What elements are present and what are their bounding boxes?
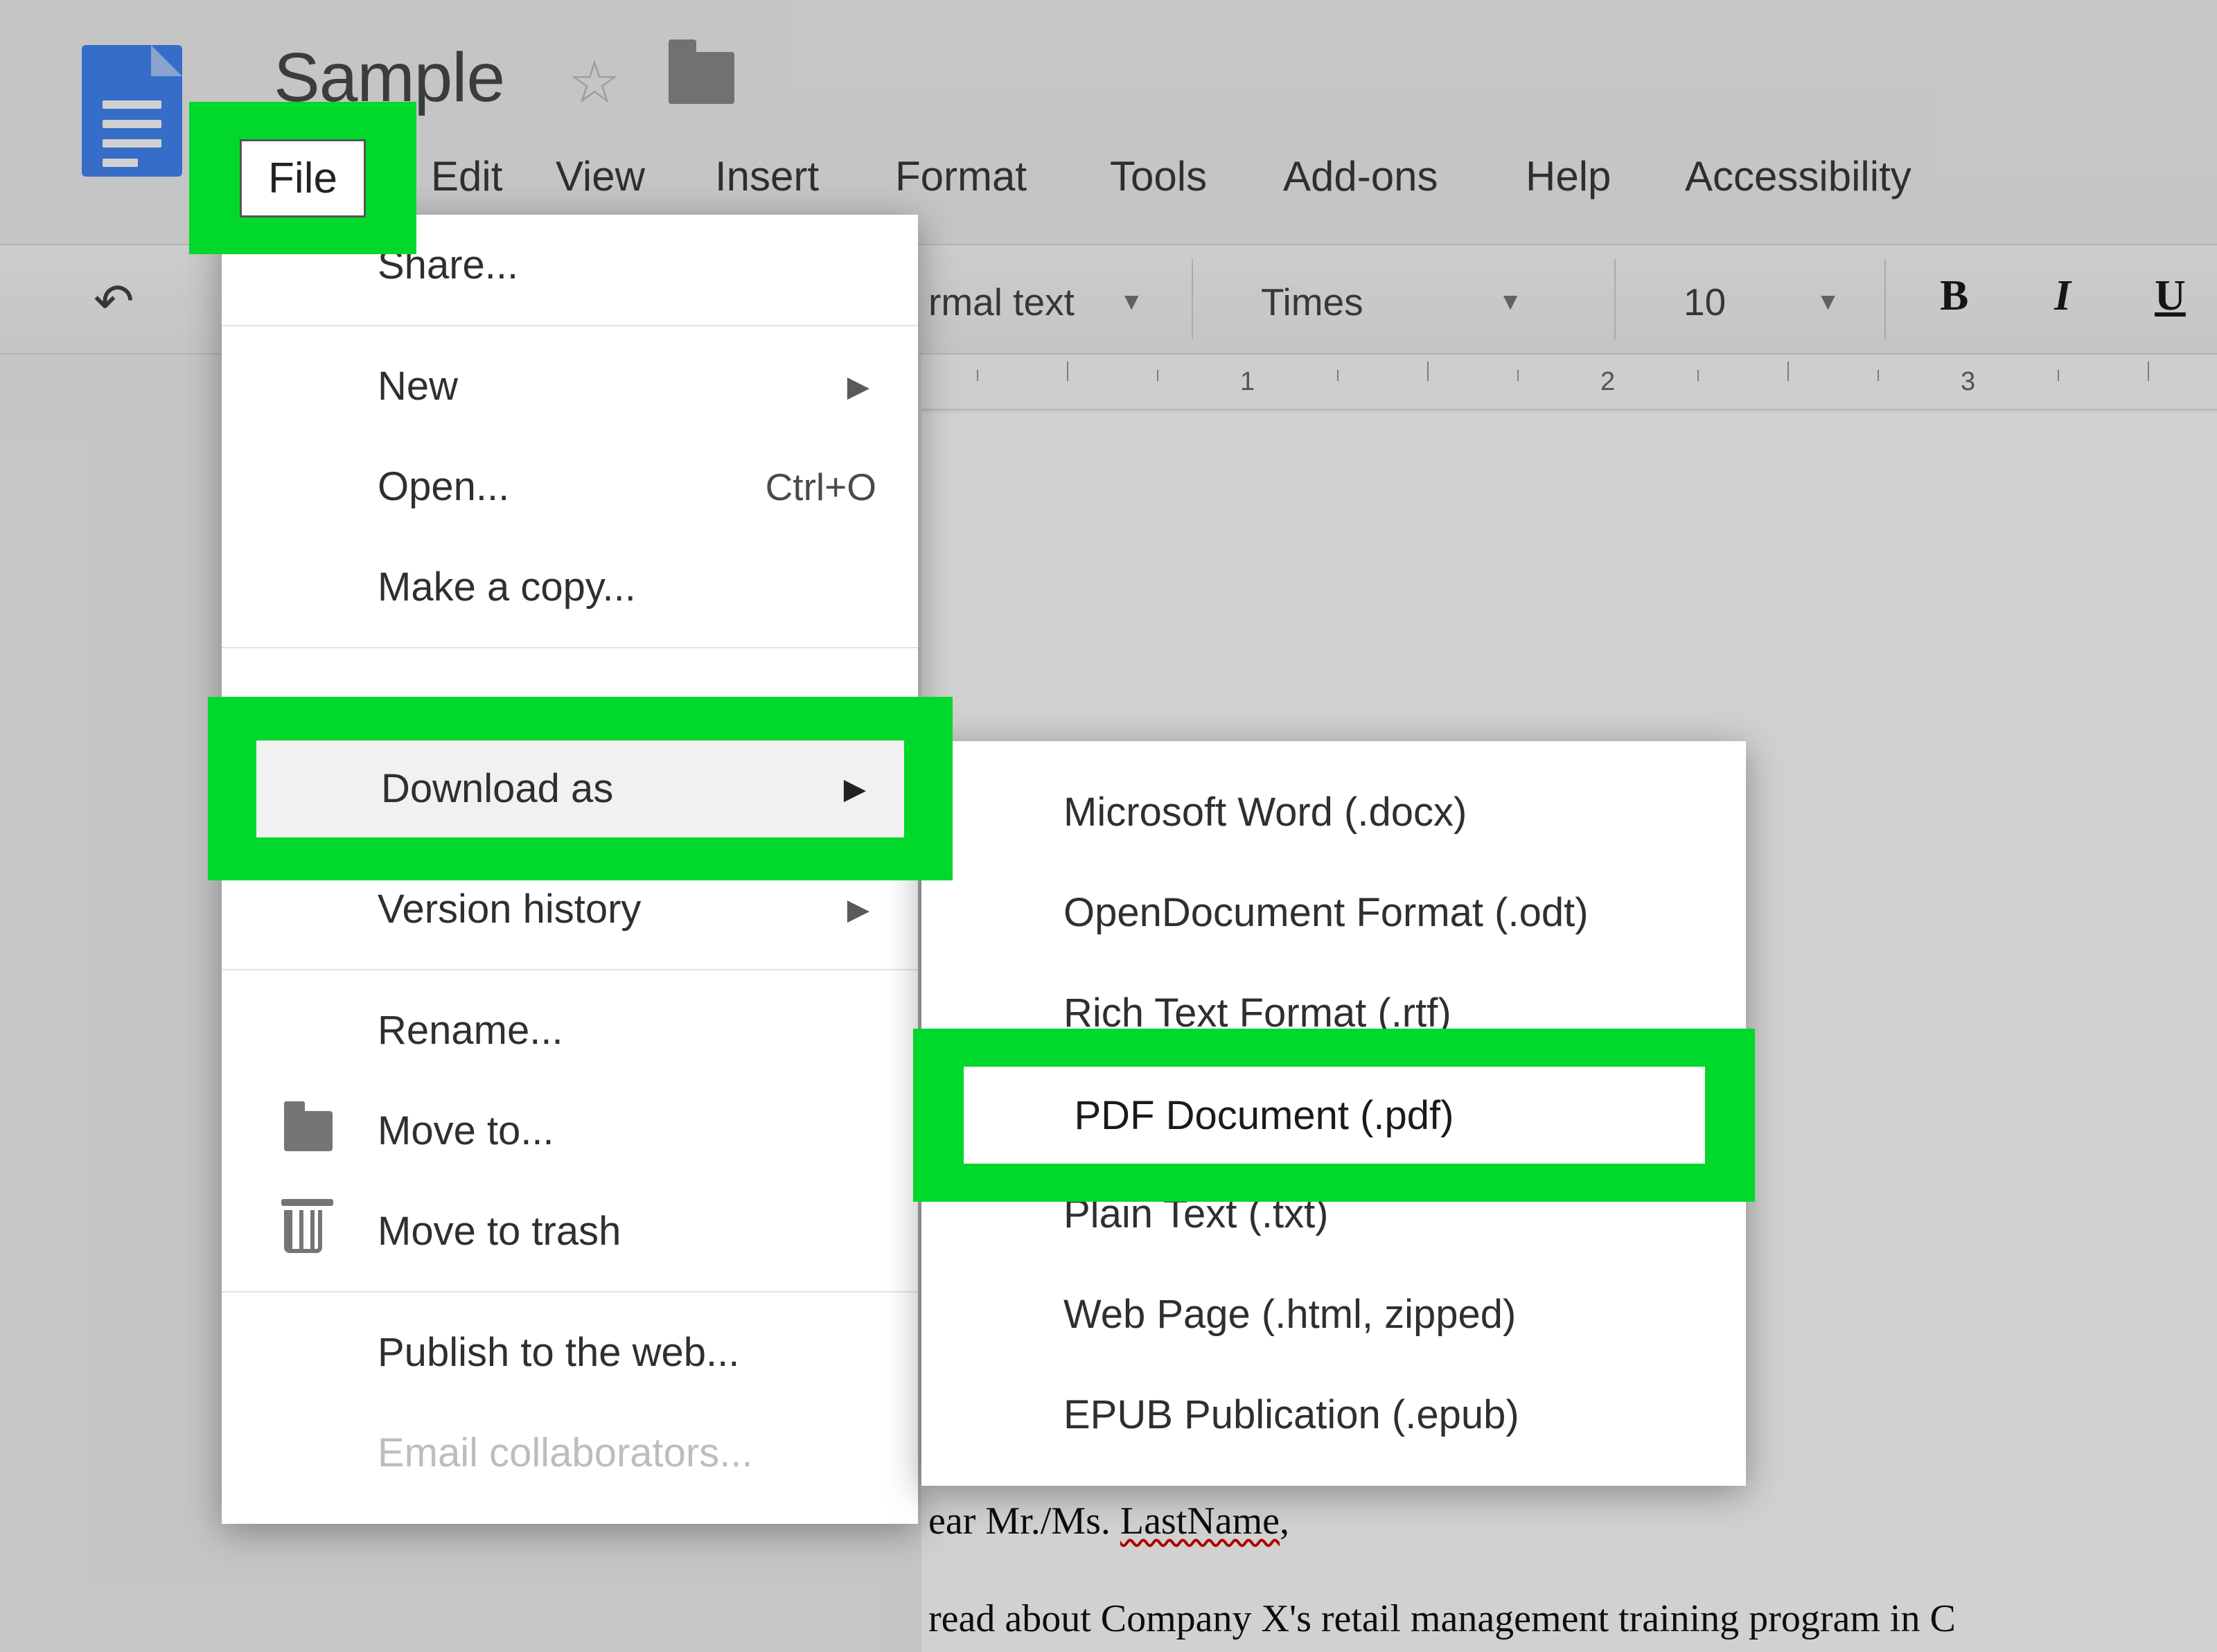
menu-accessibility[interactable]: Accessibility [1677, 145, 1920, 207]
menu-label: PDF Document (.pdf) [1075, 1092, 1454, 1139]
star-icon[interactable]: ☆ [568, 48, 621, 117]
menu-label: Move to... [378, 1108, 554, 1154]
menu-label: Version history [378, 886, 641, 932]
file-menu-move-to[interactable]: Move to... [222, 1081, 918, 1181]
undo-icon[interactable]: ↶ [94, 273, 134, 330]
ruler-number: 3 [1961, 367, 1975, 397]
menu-tools[interactable]: Tools [1102, 145, 1215, 207]
doc-text: ear Mr./Ms. [928, 1500, 1120, 1543]
menu-label: EPUB Publication (.epub) [1063, 1392, 1519, 1438]
menu-addons[interactable]: Add-ons [1275, 145, 1446, 207]
toolbar-separator [1192, 259, 1193, 339]
menu-separator [222, 325, 918, 326]
folder-icon [284, 1111, 333, 1151]
file-menu-make-copy[interactable]: Make a copy... [222, 537, 918, 637]
chevron-down-icon: ▼ [1816, 288, 1840, 316]
ruler-number: 2 [1600, 367, 1615, 397]
file-menu-email-collaborators: Email collaborators... [222, 1403, 918, 1503]
font-family-value: Times [1261, 280, 1363, 324]
highlight-file-menu: File [189, 102, 416, 254]
menu-separator [222, 1291, 918, 1293]
menu-label: Rename... [378, 1007, 563, 1054]
submenu-arrow-icon: ▶ [847, 892, 869, 926]
paragraph-style-dropdown[interactable]: rmal text ▼ [915, 273, 1158, 331]
file-menu-move-to-trash[interactable]: Move to trash [222, 1181, 918, 1281]
underline-button[interactable]: U [2155, 272, 2186, 321]
menu-label: Make a copy... [378, 564, 636, 610]
menu-label: Email collaborators... [378, 1430, 753, 1476]
chevron-down-icon: ▼ [1499, 288, 1523, 316]
menu-separator [222, 969, 918, 970]
font-size-dropdown[interactable]: 10 ▼ [1670, 273, 1854, 331]
menu-label: OpenDocument Format (.odt) [1063, 889, 1589, 936]
file-menu-open[interactable]: Open... Ctrl+O [222, 436, 918, 537]
submenu-arrow-icon: ▶ [847, 369, 869, 403]
menu-insert[interactable]: Insert [707, 145, 827, 207]
download-epub[interactable]: EPUB Publication (.epub) [921, 1365, 1746, 1465]
ruler-number: 1 [1240, 367, 1255, 397]
chevron-down-icon: ▼ [1120, 288, 1144, 316]
menu-separator [222, 647, 918, 648]
file-menu-download-as[interactable]: Download as ▶ [256, 740, 904, 837]
menu-label: Open... [378, 463, 509, 510]
italic-button[interactable]: I [2054, 272, 2071, 321]
horizontal-ruler[interactable]: 1 2 3 [921, 355, 2217, 410]
menu-label: Move to trash [378, 1208, 621, 1254]
bold-button[interactable]: B [1940, 272, 1968, 321]
file-menu-publish-web[interactable]: Publish to the web... [222, 1302, 918, 1403]
paragraph-style-value: rmal text [928, 280, 1075, 324]
highlight-download-as: Download as ▶ [208, 697, 953, 880]
menu-label: Microsoft Word (.docx) [1063, 789, 1467, 835]
doc-text: read about Company X's retail management… [928, 1597, 1956, 1640]
download-odt[interactable]: OpenDocument Format (.odt) [921, 862, 1746, 963]
menu-label: Web Page (.html, zipped) [1063, 1291, 1516, 1338]
menu-label: Publish to the web... [378, 1329, 739, 1376]
doc-text: , [1280, 1500, 1289, 1543]
submenu-arrow-icon: ▶ [844, 772, 866, 806]
file-menu-rename[interactable]: Rename... [222, 980, 918, 1081]
font-family-dropdown[interactable]: Times ▼ [1247, 273, 1536, 331]
doc-text-misspelled: LastName [1120, 1500, 1280, 1543]
menu-format[interactable]: Format [887, 145, 1035, 207]
download-docx[interactable]: Microsoft Word (.docx) [921, 762, 1746, 862]
download-html[interactable]: Web Page (.html, zipped) [921, 1264, 1746, 1365]
menu-edit[interactable]: Edit [423, 145, 511, 207]
menu-view[interactable]: View [547, 145, 653, 207]
download-pdf[interactable]: PDF Document (.pdf) [964, 1067, 1705, 1164]
menu-file[interactable]: File [240, 139, 366, 217]
font-size-value: 10 [1684, 280, 1726, 324]
highlight-pdf: PDF Document (.pdf) [913, 1029, 1755, 1202]
toolbar-separator [1884, 259, 1886, 339]
trash-icon [284, 1210, 322, 1253]
move-folder-icon[interactable] [669, 52, 734, 104]
keyboard-shortcut: Ctrl+O [766, 465, 876, 509]
toolbar-separator [1614, 259, 1616, 339]
file-menu-new[interactable]: New ▶ [222, 336, 918, 436]
menu-help[interactable]: Help [1517, 145, 1619, 207]
menu-label: New [378, 363, 458, 409]
menu-label: Download as [381, 765, 613, 812]
